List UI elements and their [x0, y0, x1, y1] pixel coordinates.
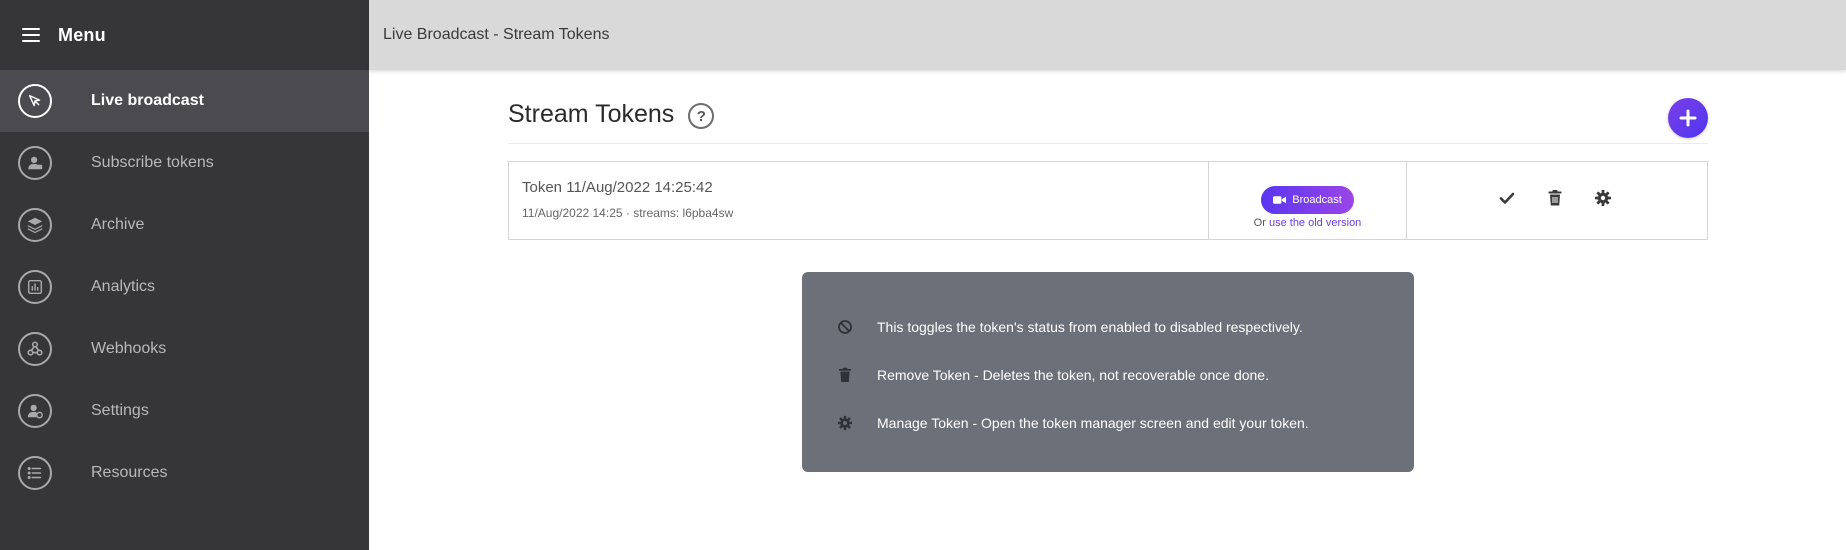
plus-icon — [1679, 109, 1697, 127]
sidebar-item-analytics[interactable]: Analytics — [0, 256, 369, 318]
trash-icon — [837, 367, 853, 383]
sidebar-item-label: Subscribe tokens — [91, 154, 214, 171]
video-camera-icon — [1273, 196, 1287, 204]
analytics-icon — [18, 270, 52, 304]
sidebar-item-subscribe-tokens[interactable]: Subscribe tokens — [0, 132, 369, 194]
sidebar-item-label: Settings — [91, 402, 149, 419]
help-tooltip-panel: This toggles the token's status from ena… — [802, 272, 1414, 472]
old-version-link[interactable]: use the old version — [1269, 217, 1361, 229]
trash-icon[interactable] — [1545, 188, 1565, 208]
sidebar-item-resources[interactable]: Resources — [0, 442, 369, 504]
add-token-button[interactable] — [1668, 98, 1708, 138]
sidebar-item-live-broadcast[interactable]: Live broadcast — [0, 70, 369, 132]
gear-icon — [837, 415, 853, 431]
page-heading: Stream Tokens ? — [508, 100, 715, 129]
ban-icon — [837, 319, 853, 335]
help-button[interactable]: ? — [688, 103, 715, 129]
sidebar-item-label: Analytics — [91, 278, 156, 295]
breadcrumb: Live Broadcast - Stream Tokens — [383, 26, 610, 43]
sidebar-item-settings[interactable]: Settings — [0, 380, 369, 442]
menu-header[interactable]: Menu — [0, 0, 369, 70]
page-title: Stream Tokens — [508, 100, 675, 128]
help-text: Remove Token - Deletes the token, not re… — [877, 367, 1269, 383]
broadcast-label: Broadcast — [1292, 194, 1342, 206]
sidebar-item-label: Archive — [91, 216, 145, 233]
token-row: Token 11/Aug/2022 14:25:42 11/Aug/2022 1… — [508, 161, 1708, 240]
divider — [508, 143, 1708, 144]
subscribe-tokens-icon — [18, 146, 52, 180]
broadcast-button[interactable]: Broadcast — [1261, 186, 1354, 214]
sidebar-item-label: Live broadcast — [91, 92, 204, 109]
webhooks-icon — [18, 332, 52, 366]
old-version-prefix: Or — [1253, 217, 1266, 229]
sidebar-item-archive[interactable]: Archive — [0, 194, 369, 256]
check-icon[interactable] — [1497, 188, 1517, 208]
top-bar: Live Broadcast - Stream Tokens — [369, 0, 1846, 70]
token-name: Token 11/Aug/2022 14:25:42 — [522, 179, 713, 196]
live-broadcast-icon — [18, 84, 52, 118]
resources-icon — [18, 456, 52, 490]
token-actions — [1407, 157, 1707, 239]
help-text: This toggles the token's status from ena… — [877, 319, 1303, 335]
old-version-note: Or use the old version — [1254, 217, 1362, 229]
gear-icon[interactable] — [1593, 188, 1613, 208]
archive-icon — [18, 208, 52, 242]
help-line-manage: Manage Token - Open the token manager sc… — [802, 395, 1414, 451]
token-meta: 11/Aug/2022 14:25 · streams: l6pba4sw — [522, 206, 734, 220]
sidebar-item-label: Webhooks — [91, 340, 167, 357]
sidebar-item-label: Resources — [91, 464, 168, 481]
menu-title: Menu — [58, 24, 106, 45]
sidebar: Menu Live broadcast Subscribe tokens Arc… — [0, 0, 369, 550]
hamburger-icon[interactable] — [22, 28, 40, 42]
token-info: Token 11/Aug/2022 14:25:42 11/Aug/2022 1… — [509, 162, 1209, 239]
help-text: Manage Token - Open the token manager sc… — [877, 415, 1309, 431]
settings-icon — [18, 394, 52, 428]
token-broadcast-cell: Broadcast Or use the old version — [1209, 162, 1407, 239]
sidebar-item-webhooks[interactable]: Webhooks — [0, 318, 369, 380]
